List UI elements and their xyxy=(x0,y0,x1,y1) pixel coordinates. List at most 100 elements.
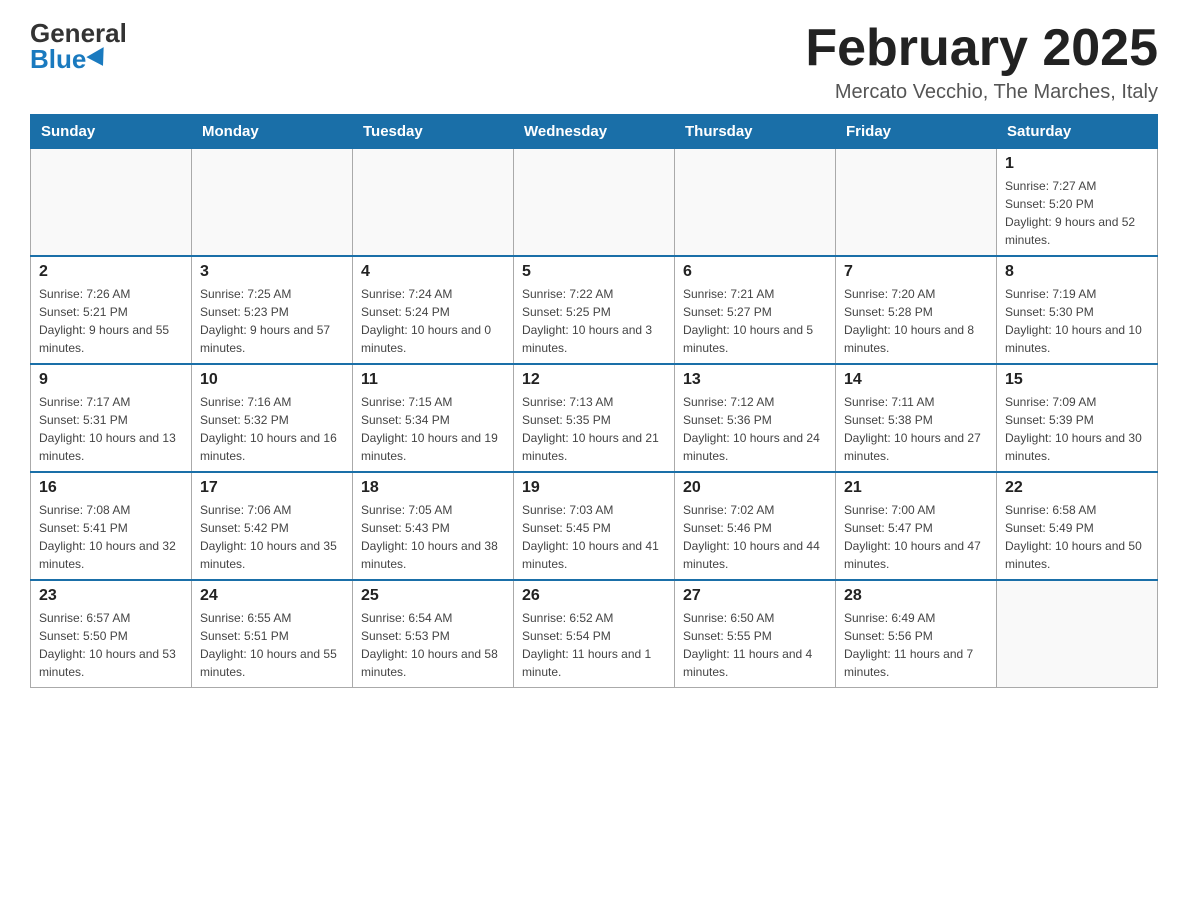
day-number: 15 xyxy=(1005,371,1149,389)
header-wednesday: Wednesday xyxy=(514,115,675,149)
calendar-day-cell: 1Sunrise: 7:27 AMSunset: 5:20 PMDaylight… xyxy=(997,149,1158,257)
calendar-day-cell xyxy=(675,149,836,257)
day-number: 6 xyxy=(683,263,827,281)
day-info: Sunrise: 7:19 AMSunset: 5:30 PMDaylight:… xyxy=(1005,285,1149,357)
calendar-day-cell: 5 Sunrise: 7:22 AMSunset: 5:25 PMDaylight… xyxy=(514,256,675,364)
day-info: Sunrise: 7:27 AMSunset: 5:20 PMDaylight:… xyxy=(1005,177,1149,249)
weekday-header-row: Sunday Monday Tuesday Wednesday Thursday… xyxy=(31,115,1158,149)
calendar-day-cell: 11 Sunrise: 7:15 AMSunset: 5:34 PMDayligh… xyxy=(353,364,514,472)
day-info: Sunrise: 7:15 AMSunset: 5:34 PMDaylight:… xyxy=(361,393,505,465)
calendar-day-cell: 21Sunrise: 7:00 AMSunset: 5:47 PMDayligh… xyxy=(836,472,997,580)
calendar-day-cell: 16 Sunrise: 7:08 AMSunset: 5:41 PMDayligh… xyxy=(31,472,192,580)
calendar-day-cell: 28 Sunrise: 6:49 AMSunset: 5:56 PMDayligh… xyxy=(836,580,997,688)
calendar-day-cell: 6 Sunrise: 7:21 AMSunset: 5:27 PMDaylight… xyxy=(675,256,836,364)
calendar-day-cell: 12Sunrise: 7:13 AMSunset: 5:35 PMDayligh… xyxy=(514,364,675,472)
header-monday: Monday xyxy=(192,115,353,149)
day-number: 23 xyxy=(39,587,183,605)
calendar-day-cell xyxy=(353,149,514,257)
calendar-day-cell: 10Sunrise: 7:16 AMSunset: 5:32 PMDayligh… xyxy=(192,364,353,472)
calendar-day-cell xyxy=(836,149,997,257)
day-number: 8 xyxy=(1005,263,1149,281)
day-info: Sunrise: 7:11 AMSunset: 5:38 PMDaylight:… xyxy=(844,393,988,465)
day-info: Sunrise: 7:09 AMSunset: 5:39 PMDaylight:… xyxy=(1005,393,1149,465)
header-sunday: Sunday xyxy=(31,115,192,149)
calendar-day-cell: 3 Sunrise: 7:25 AMSunset: 5:23 PMDaylight… xyxy=(192,256,353,364)
calendar-day-cell: 14 Sunrise: 7:11 AMSunset: 5:38 PMDayligh… xyxy=(836,364,997,472)
calendar-day-cell: 22 Sunrise: 6:58 AMSunset: 5:49 PMDayligh… xyxy=(997,472,1158,580)
day-info: Sunrise: 6:55 AMSunset: 5:51 PMDaylight:… xyxy=(200,609,344,681)
calendar-day-cell: 24 Sunrise: 6:55 AMSunset: 5:51 PMDayligh… xyxy=(192,580,353,688)
day-number: 13 xyxy=(683,371,827,389)
day-number: 26 xyxy=(522,587,666,605)
day-number: 11 xyxy=(361,371,505,389)
header-tuesday: Tuesday xyxy=(353,115,514,149)
location-subtitle: Mercato Vecchio, The Marches, Italy xyxy=(805,81,1158,104)
calendar-day-cell: 18Sunrise: 7:05 AMSunset: 5:43 PMDayligh… xyxy=(353,472,514,580)
calendar-day-cell: 4 Sunrise: 7:24 AMSunset: 5:24 PMDaylight… xyxy=(353,256,514,364)
calendar-day-cell xyxy=(514,149,675,257)
logo-general-text: General xyxy=(30,20,127,46)
day-number: 22 xyxy=(1005,479,1149,497)
day-info: Sunrise: 7:22 AMSunset: 5:25 PMDaylight:… xyxy=(522,285,666,357)
day-number: 3 xyxy=(200,263,344,281)
day-number: 28 xyxy=(844,587,988,605)
logo: General Blue xyxy=(30,20,127,72)
day-info: Sunrise: 7:02 AMSunset: 5:46 PMDaylight:… xyxy=(683,501,827,573)
calendar-week-row: 16 Sunrise: 7:08 AMSunset: 5:41 PMDayligh… xyxy=(31,472,1158,580)
calendar-day-cell: 13 Sunrise: 7:12 AMSunset: 5:36 PMDayligh… xyxy=(675,364,836,472)
calendar-day-cell: 19 Sunrise: 7:03 AMSunset: 5:45 PMDayligh… xyxy=(514,472,675,580)
day-info: Sunrise: 7:17 AMSunset: 5:31 PMDaylight:… xyxy=(39,393,183,465)
calendar-day-cell: 15 Sunrise: 7:09 AMSunset: 5:39 PMDayligh… xyxy=(997,364,1158,472)
day-number: 27 xyxy=(683,587,827,605)
day-info: Sunrise: 6:52 AMSunset: 5:54 PMDaylight:… xyxy=(522,609,666,681)
day-number: 24 xyxy=(200,587,344,605)
day-info: Sunrise: 6:54 AMSunset: 5:53 PMDaylight:… xyxy=(361,609,505,681)
day-number: 10 xyxy=(200,371,344,389)
day-info: Sunrise: 7:03 AMSunset: 5:45 PMDaylight:… xyxy=(522,501,666,573)
day-number: 17 xyxy=(200,479,344,497)
day-number: 9 xyxy=(39,371,183,389)
header-friday: Friday xyxy=(836,115,997,149)
month-title: February 2025 xyxy=(805,20,1158,77)
day-info: Sunrise: 6:57 AMSunset: 5:50 PMDaylight:… xyxy=(39,609,183,681)
calendar-day-cell: 20 Sunrise: 7:02 AMSunset: 5:46 PMDayligh… xyxy=(675,472,836,580)
calendar-table: Sunday Monday Tuesday Wednesday Thursday… xyxy=(30,114,1158,688)
page-header: General Blue February 2025 Mercato Vecch… xyxy=(30,20,1158,104)
day-number: 21 xyxy=(844,479,988,497)
day-info: Sunrise: 6:58 AMSunset: 5:49 PMDaylight:… xyxy=(1005,501,1149,573)
calendar-day-cell xyxy=(997,580,1158,688)
calendar-day-cell: 7 Sunrise: 7:20 AMSunset: 5:28 PMDaylight… xyxy=(836,256,997,364)
day-number: 18 xyxy=(361,479,505,497)
calendar-day-cell: 25 Sunrise: 6:54 AMSunset: 5:53 PMDayligh… xyxy=(353,580,514,688)
day-info: Sunrise: 7:06 AMSunset: 5:42 PMDaylight:… xyxy=(200,501,344,573)
day-number: 5 xyxy=(522,263,666,281)
day-info: Sunrise: 7:12 AMSunset: 5:36 PMDaylight:… xyxy=(683,393,827,465)
header-thursday: Thursday xyxy=(675,115,836,149)
day-info: Sunrise: 7:21 AMSunset: 5:27 PMDaylight:… xyxy=(683,285,827,357)
day-info: Sunrise: 7:26 AMSunset: 5:21 PMDaylight:… xyxy=(39,285,183,357)
calendar-day-cell: 27Sunrise: 6:50 AMSunset: 5:55 PMDayligh… xyxy=(675,580,836,688)
day-number: 16 xyxy=(39,479,183,497)
day-number: 25 xyxy=(361,587,505,605)
calendar-week-row: 2Sunrise: 7:26 AMSunset: 5:21 PMDaylight… xyxy=(31,256,1158,364)
day-info: Sunrise: 6:49 AMSunset: 5:56 PMDaylight:… xyxy=(844,609,988,681)
calendar-day-cell xyxy=(31,149,192,257)
day-number: 14 xyxy=(844,371,988,389)
day-info: Sunrise: 7:24 AMSunset: 5:24 PMDaylight:… xyxy=(361,285,505,357)
day-number: 7 xyxy=(844,263,988,281)
day-number: 20 xyxy=(683,479,827,497)
calendar-day-cell: 17 Sunrise: 7:06 AMSunset: 5:42 PMDayligh… xyxy=(192,472,353,580)
calendar-week-row: 23 Sunrise: 6:57 AMSunset: 5:50 PMDayligh… xyxy=(31,580,1158,688)
day-number: 19 xyxy=(522,479,666,497)
day-number: 4 xyxy=(361,263,505,281)
day-info: Sunrise: 7:20 AMSunset: 5:28 PMDaylight:… xyxy=(844,285,988,357)
day-number: 12 xyxy=(522,371,666,389)
calendar-week-row: 9 Sunrise: 7:17 AMSunset: 5:31 PMDaylight… xyxy=(31,364,1158,472)
calendar-day-cell: 26 Sunrise: 6:52 AMSunset: 5:54 PMDayligh… xyxy=(514,580,675,688)
title-section: February 2025 Mercato Vecchio, The March… xyxy=(805,20,1158,104)
calendar-day-cell: 2Sunrise: 7:26 AMSunset: 5:21 PMDaylight… xyxy=(31,256,192,364)
day-info: Sunrise: 7:08 AMSunset: 5:41 PMDaylight:… xyxy=(39,501,183,573)
logo-triangle-icon xyxy=(87,47,112,71)
day-info: Sunrise: 7:25 AMSunset: 5:23 PMDaylight:… xyxy=(200,285,344,357)
header-saturday: Saturday xyxy=(997,115,1158,149)
